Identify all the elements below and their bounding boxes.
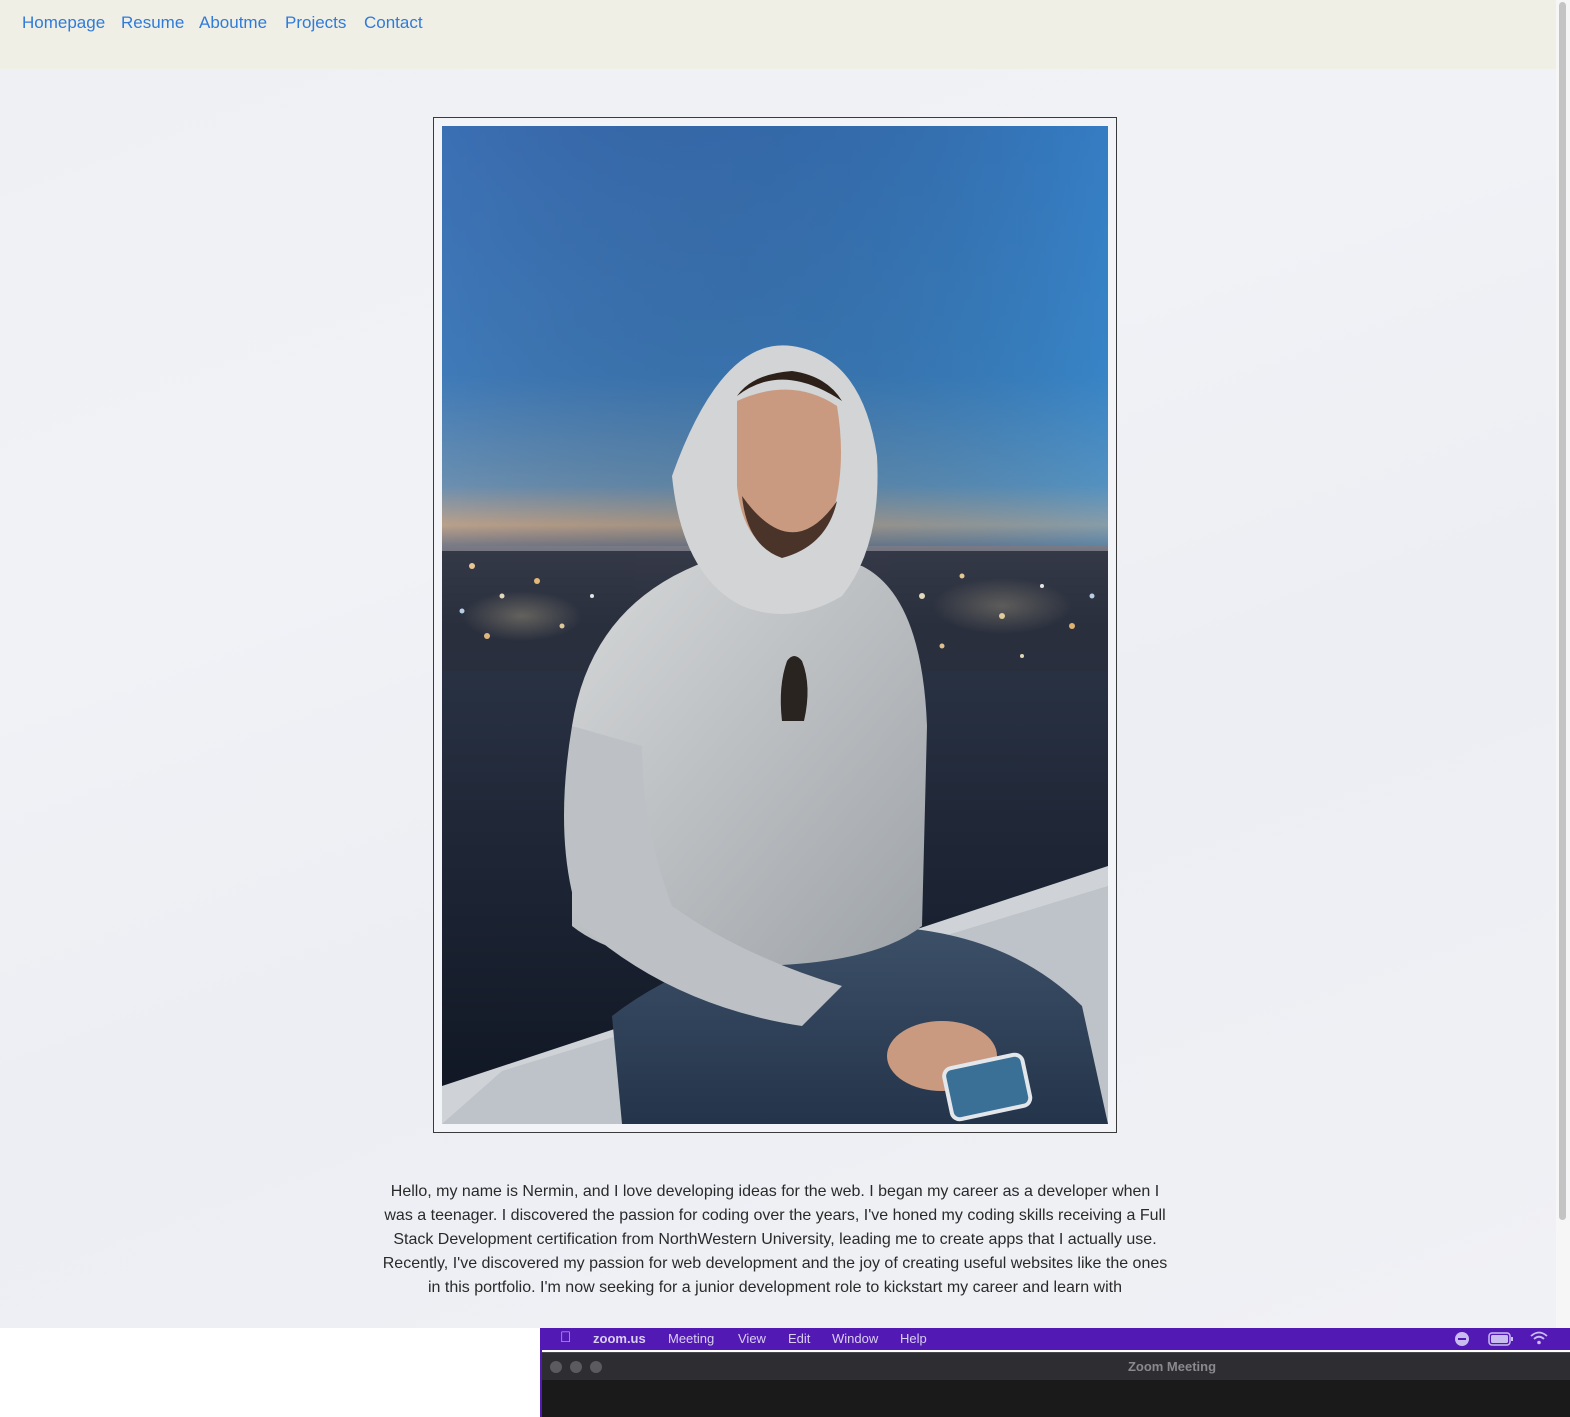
page-scrollbar-thumb[interactable]	[1559, 2, 1566, 1220]
zoom-window-title: Zoom Meeting	[1127, 1359, 1217, 1374]
zoom-window-titlebar[interactable]: Zoom Meeting	[542, 1352, 1570, 1381]
menu-window[interactable]: Window	[832, 1331, 878, 1347]
battery-icon[interactable]	[1488, 1332, 1514, 1350]
zoom-meeting-content	[542, 1380, 1570, 1417]
wifi-icon[interactable]	[1530, 1331, 1548, 1349]
do-not-disturb-icon[interactable]	[1454, 1331, 1470, 1351]
menu-app-zoom[interactable]: zoom.us	[593, 1331, 646, 1347]
bio-paragraph-2: Recently, I've discovered my passion for…	[382, 1255, 1168, 1296]
menu-view[interactable]: View	[738, 1331, 766, 1347]
menu-meeting[interactable]: Meeting	[668, 1331, 714, 1347]
navbar: Homepage Resume Aboutme Projects Contact	[0, 0, 1556, 69]
profile-photo-frame	[433, 117, 1117, 1133]
nav-link-projects[interactable]: Projects	[285, 12, 346, 34]
nav-link-aboutme[interactable]: Aboutme	[199, 12, 267, 34]
menu-help[interactable]: Help	[900, 1331, 927, 1347]
zoom-menubar:  zoom.us Meeting View Edit Window Help	[540, 1328, 1570, 1350]
menu-edit[interactable]: Edit	[788, 1331, 810, 1347]
bio-text: Hello, my name is Nermin, and I love dev…	[380, 1180, 1170, 1300]
nav-link-contact[interactable]: Contact	[364, 12, 423, 34]
apple-icon[interactable]: 	[560, 1330, 571, 1346]
bio-paragraph-1: Hello, my name is Nermin, and I love dev…	[384, 1183, 1166, 1248]
nav-link-resume[interactable]: Resume	[121, 12, 184, 34]
profile-photo	[442, 126, 1108, 1124]
nav-link-homepage[interactable]: Homepage	[22, 12, 105, 34]
browser-page: Homepage Resume Aboutme Projects Contact	[0, 0, 1556, 1328]
